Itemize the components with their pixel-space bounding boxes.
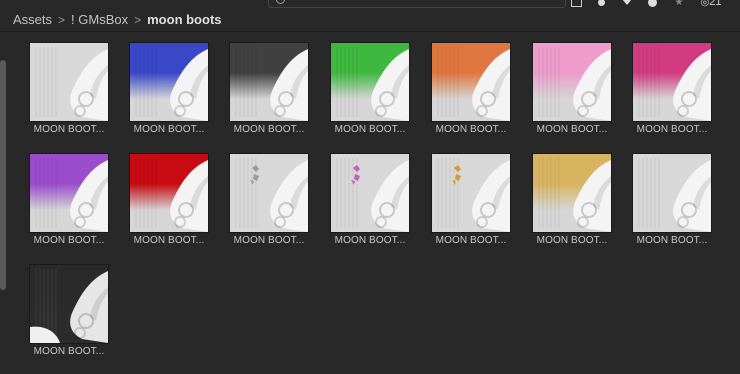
asset-label: MOON BOOT...	[33, 235, 105, 246]
asset-label: MOON BOOT...	[33, 124, 105, 135]
material-thumbnail	[632, 153, 712, 233]
material-thumbnail	[532, 42, 612, 122]
material-thumbnail	[129, 153, 209, 233]
asset-label: MOON BOOT...	[536, 235, 608, 246]
material-thumbnail	[330, 153, 410, 233]
material-thumbnail	[532, 153, 612, 233]
asset-grid: MOON BOOT... MOON BOOT... MOON BOOT... MOON…	[0, 0, 740, 374]
material-thumbnail	[229, 42, 309, 122]
asset-tile[interactable]: MOON BOOT...	[431, 42, 511, 142]
material-thumbnail	[129, 42, 209, 122]
asset-label: MOON BOOT...	[435, 235, 507, 246]
asset-tile[interactable]: MOON BOOT...	[532, 153, 612, 253]
asset-label: MOON BOOT...	[435, 124, 507, 135]
asset-tile[interactable]: MOON BOOT...	[632, 153, 712, 253]
material-thumbnail	[330, 42, 410, 122]
asset-tile[interactable]: MOON BOOT...	[431, 153, 511, 253]
material-thumbnail	[29, 42, 109, 122]
material-thumbnail	[431, 153, 511, 233]
material-thumbnail	[29, 264, 109, 344]
asset-label: MOON BOOT...	[233, 235, 305, 246]
asset-label: MOON BOOT...	[233, 124, 305, 135]
material-thumbnail	[632, 42, 712, 122]
asset-label: MOON BOOT...	[133, 124, 205, 135]
asset-tile[interactable]: MOON BOOT...	[229, 153, 309, 253]
asset-tile[interactable]: MOON BOOT...	[229, 42, 309, 142]
asset-label: MOON BOOT...	[536, 124, 608, 135]
material-thumbnail	[431, 42, 511, 122]
asset-tile[interactable]: MOON BOOT...	[632, 42, 712, 142]
asset-tile[interactable]: MOON BOOT...	[330, 42, 410, 142]
asset-label: MOON BOOT...	[133, 235, 205, 246]
asset-tile[interactable]: MOON BOOT...	[532, 42, 612, 142]
asset-tile[interactable]: MOON BOOT...	[29, 264, 109, 364]
asset-tile[interactable]: MOON BOOT...	[129, 153, 209, 253]
material-thumbnail	[229, 153, 309, 233]
asset-label: MOON BOOT...	[334, 124, 406, 135]
asset-label: MOON BOOT...	[33, 346, 105, 357]
asset-tile[interactable]: MOON BOOT...	[29, 42, 109, 142]
asset-tile[interactable]: MOON BOOT...	[29, 153, 109, 253]
asset-label: MOON BOOT...	[334, 235, 406, 246]
asset-label: MOON BOOT...	[636, 124, 708, 135]
asset-tile[interactable]: MOON BOOT...	[330, 153, 410, 253]
material-thumbnail	[29, 153, 109, 233]
asset-label: MOON BOOT...	[636, 235, 708, 246]
asset-tile[interactable]: MOON BOOT...	[129, 42, 209, 142]
